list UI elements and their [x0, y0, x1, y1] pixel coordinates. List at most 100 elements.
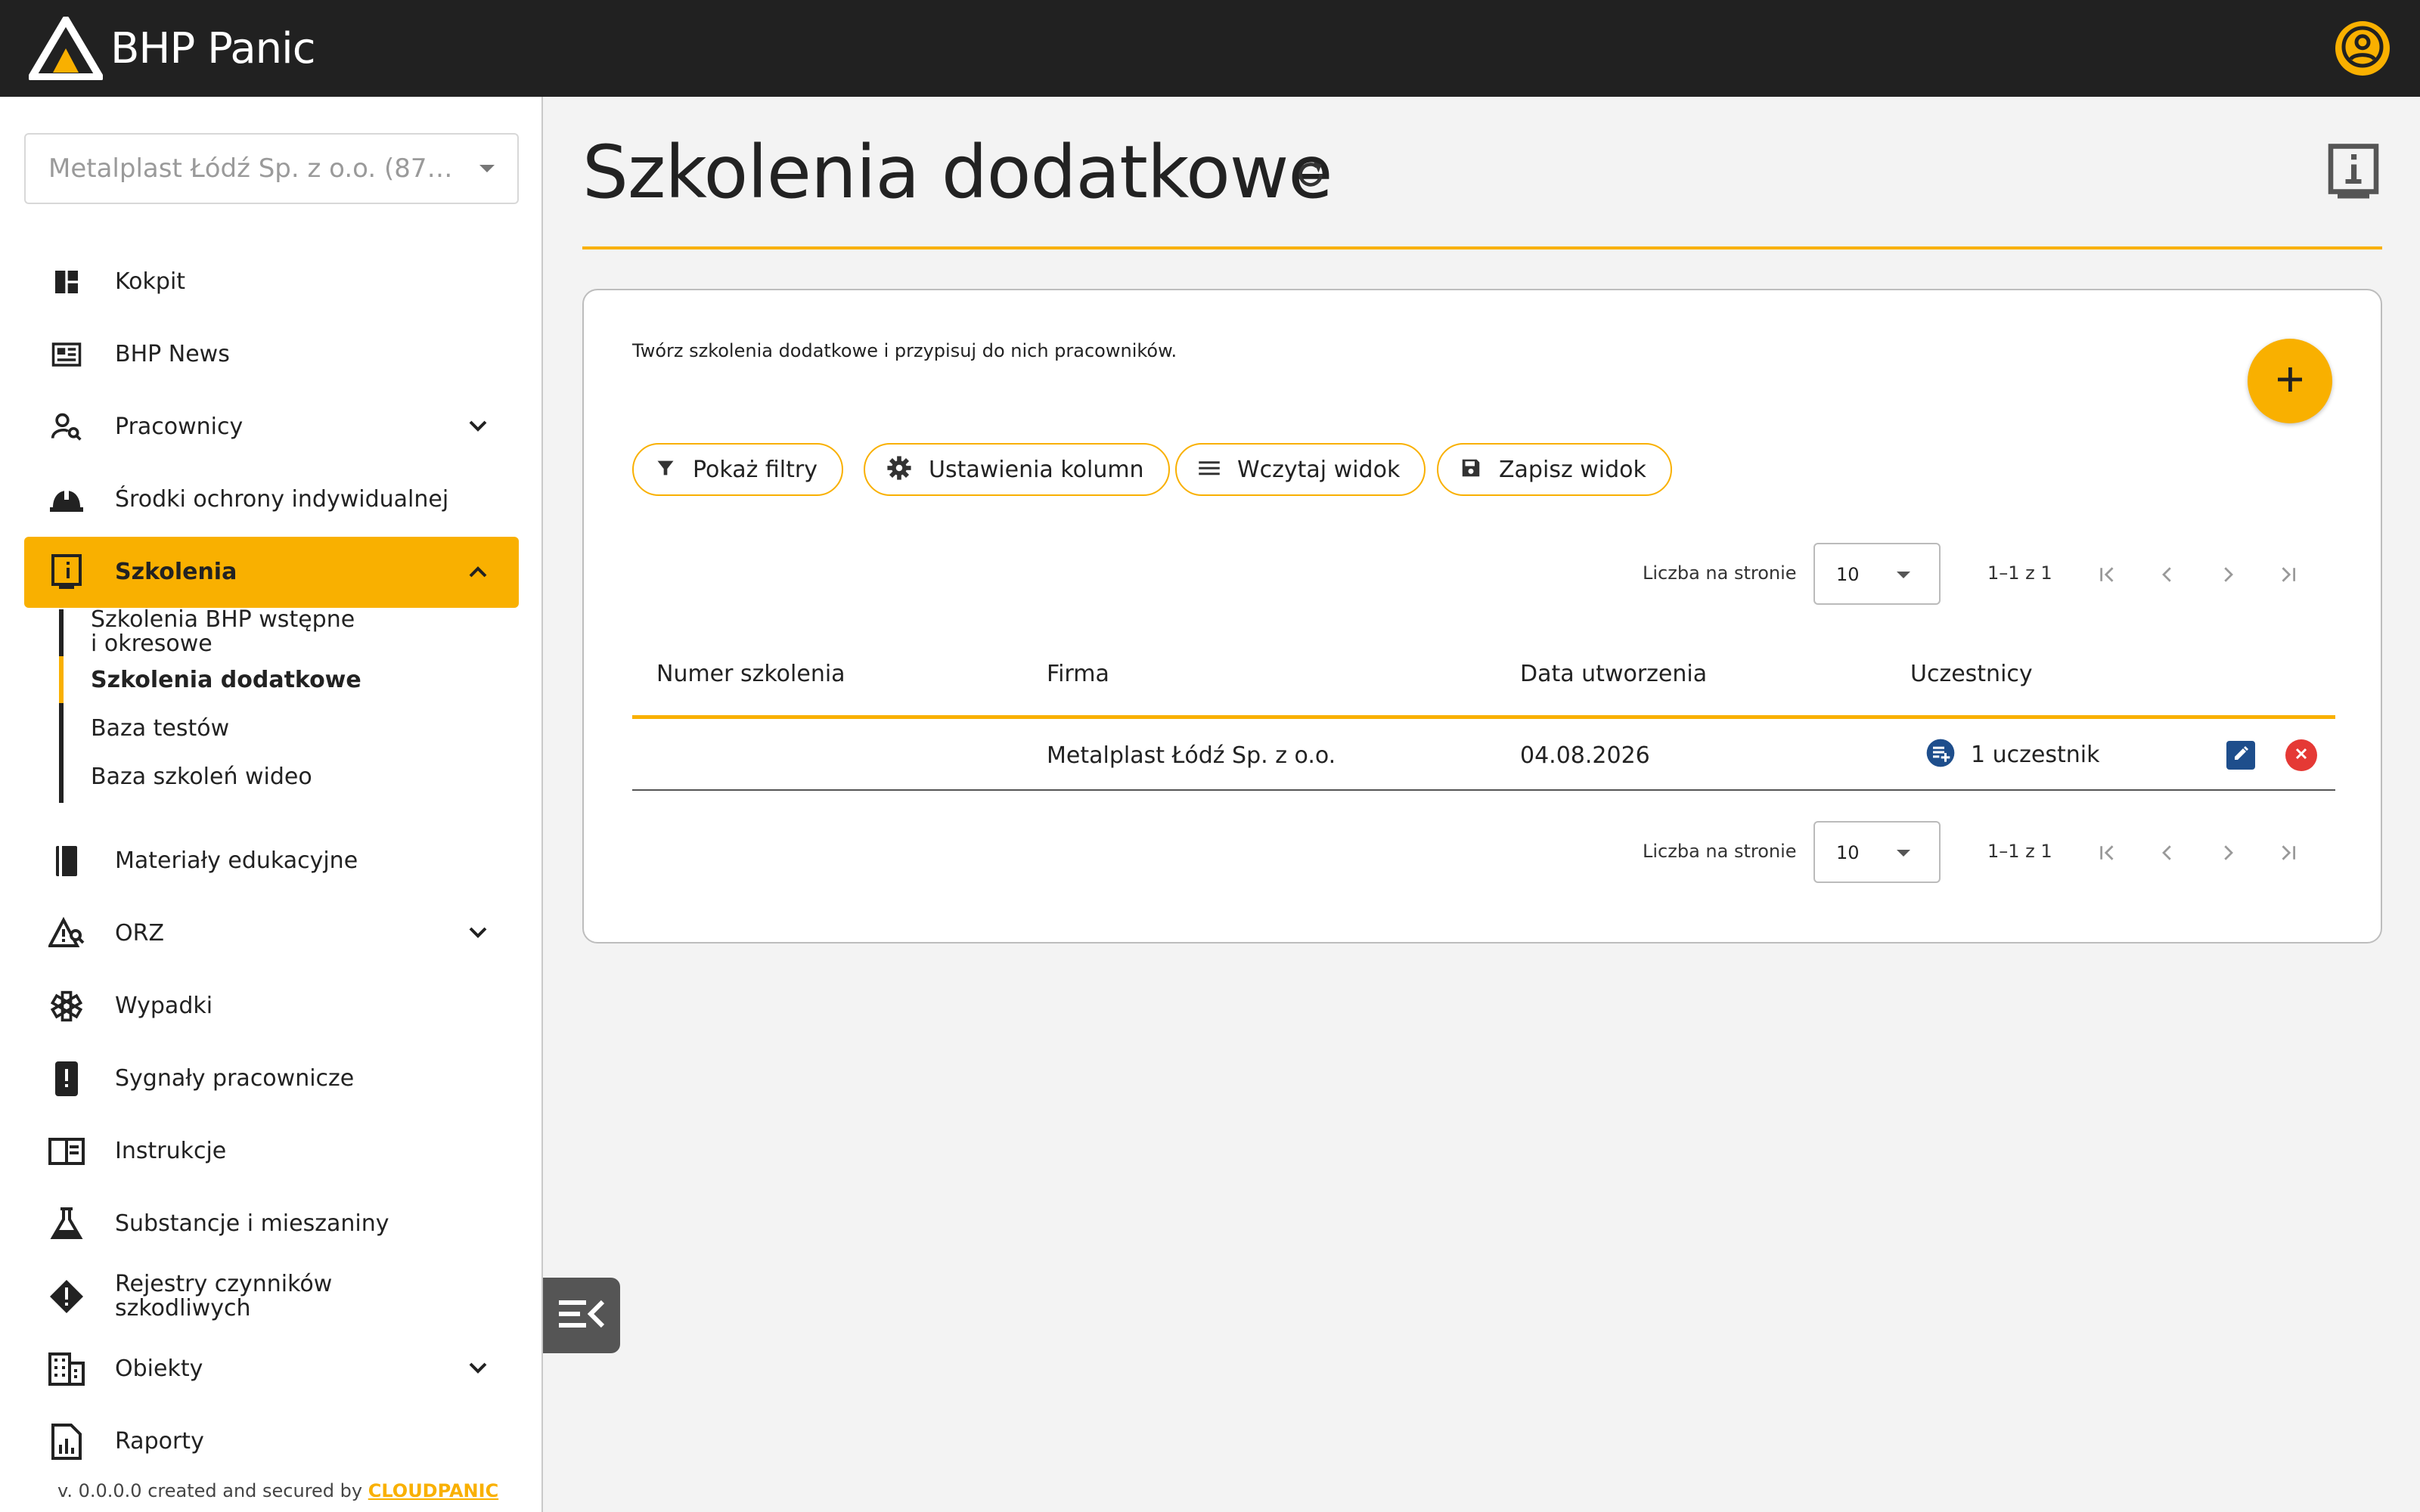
previous-page-icon[interactable]: [2151, 558, 2184, 591]
previous-page-icon[interactable]: [2151, 836, 2184, 869]
brand-logo[interactable]: BHP Panic: [29, 15, 316, 82]
column-header-data-utworzenia[interactable]: Data utworzenia: [1520, 661, 1707, 687]
open-book-icon: [48, 1133, 85, 1170]
account-button[interactable]: [2335, 21, 2390, 76]
last-page-icon[interactable]: [2272, 836, 2305, 869]
delete-button[interactable]: [2285, 739, 2317, 771]
sidebar-item-bhp-news[interactable]: BHP News: [24, 319, 519, 390]
company-select[interactable]: Metalplast Łódź Sp. z o.o. (8721...: [24, 133, 519, 204]
cell-participants[interactable]: 1 uczestnik: [1925, 738, 2099, 772]
sidebar-item-label: BHP News: [115, 341, 230, 367]
help-book-icon[interactable]: [2326, 144, 2381, 205]
sidebar-item-substancje[interactable]: Substancje i mieszaniny: [24, 1188, 519, 1259]
sidebar-item-srodki-ochrony[interactable]: Środki ochrony indywidualnej: [24, 464, 519, 535]
add-participant-icon: [1925, 738, 1956, 772]
load-view-label: Wczytaj widok: [1237, 456, 1401, 483]
sidebar-item-label: Pracownicy: [115, 414, 244, 440]
sidebar-item-orz[interactable]: ORZ: [24, 898, 519, 969]
column-header-firma[interactable]: Firma: [1047, 661, 1109, 687]
sidebar-item-kokpit[interactable]: Kokpit: [24, 246, 519, 318]
refresh-icon[interactable]: [1293, 157, 1328, 196]
column-header-numer[interactable]: Numer szkolenia: [656, 661, 845, 687]
next-page-icon[interactable]: [2211, 558, 2245, 591]
sidebar-subitem-baza-szkolen-wideo[interactable]: Baza szkoleń wideo: [91, 765, 312, 789]
per-page-label: Liczba na stronie: [1643, 841, 1797, 862]
edit-button[interactable]: [2226, 741, 2255, 770]
book-info-icon: [48, 554, 85, 590]
menu-collapse-icon: [557, 1296, 606, 1336]
sidebar-item-materialy-edukacyjne[interactable]: Materiały edukacyjne: [24, 826, 519, 897]
per-page-label: Liczba na stronie: [1643, 562, 1797, 584]
show-filters-label: Pokaż filtry: [693, 456, 818, 483]
sidebar-item-label: Raporty: [115, 1428, 204, 1455]
column-settings-label: Ustawienia kolumn: [929, 456, 1144, 483]
chevron-down-icon: [467, 1361, 489, 1380]
last-page-icon[interactable]: [2272, 558, 2305, 591]
sidebar-subitem-szkolenia-dodatkowe[interactable]: Szkolenia dodatkowe: [91, 668, 361, 692]
phone-alert-icon: [48, 1061, 85, 1097]
cloudpanic-link[interactable]: CLOUDPANIC: [368, 1480, 498, 1501]
caret-down-icon: [1897, 850, 1910, 857]
filter-icon: [655, 457, 676, 482]
chevron-up-icon: [467, 564, 489, 583]
page-range: 1–1 z 1: [1987, 562, 2052, 584]
subitem-label: Szkolenia BHP wstępne: [91, 606, 355, 633]
triangle-logo-icon: [29, 17, 103, 80]
chevron-down-icon: [467, 925, 489, 944]
footer-credit-prefix: v. 0.0.0.0 created and secured by: [57, 1480, 368, 1501]
sidebar-item-raporty[interactable]: Raporty: [24, 1406, 519, 1477]
participants-count: 1 uczestnik: [1971, 742, 2100, 768]
per-page-select[interactable]: 10: [1813, 543, 1941, 605]
risk-search-icon: [48, 916, 85, 952]
per-page-value: 10: [1836, 564, 1860, 585]
sidebar-item-pracownicy[interactable]: Pracownicy: [24, 392, 519, 463]
pagination-top: Liczba na stronie 10 1–1 z 1: [584, 543, 2384, 606]
warning-diamond-icon: [48, 1278, 85, 1315]
cell-company: Metalplast Łódź Sp. z o.o.: [1047, 742, 1336, 769]
first-page-icon[interactable]: [2090, 558, 2124, 591]
first-page-icon[interactable]: [2090, 836, 2124, 869]
sidebar-item-sygnaly-pracownicze[interactable]: Sygnały pracownicze: [24, 1043, 519, 1114]
pagination-bottom: Liczba na stronie 10 1–1 z 1: [584, 821, 2384, 885]
sidebar-item-label: Środki ochrony indywidualnej: [115, 486, 449, 513]
content-card: Twórz szkolenia dodatkowe i przypisuj do…: [582, 289, 2382, 943]
list-icon: [1198, 458, 1221, 482]
sidebar-item-label: Obiekty: [115, 1356, 203, 1382]
page-range: 1–1 z 1: [1987, 841, 2052, 862]
caret-down-icon: [479, 165, 495, 172]
sidebar-item-label: Substancje i mieszaniny: [115, 1210, 389, 1237]
sidebar-subitem-baza-testow[interactable]: Baza testów: [91, 717, 229, 741]
person-search-icon: [48, 409, 85, 445]
add-training-button[interactable]: [2248, 339, 2332, 423]
dashboard-icon: [48, 264, 85, 300]
gear-icon: [886, 455, 912, 485]
top-bar: BHP Panic: [0, 0, 2420, 97]
sidebar-item-obiekty[interactable]: Obiekty: [24, 1334, 519, 1405]
sidebar-subitem-szkolenia-bhp[interactable]: Szkolenia BHP wstępne i okresowe: [91, 608, 355, 656]
sidebar-item-label: Sygnały pracownicze: [115, 1065, 355, 1092]
submenu-active-marker: [59, 656, 64, 703]
sidebar-item-label: Kokpit: [115, 268, 186, 295]
per-page-select[interactable]: 10: [1813, 821, 1941, 883]
sidebar-item-rejestry-czynnikow[interactable]: Rejestry czynników szkodliwych: [24, 1261, 519, 1332]
sidebar-item-label: Materiały edukacyjne: [115, 847, 358, 874]
column-header-uczestnicy[interactable]: Uczestnicy: [1910, 661, 2033, 687]
chevron-down-icon: [467, 419, 489, 438]
sidebar-item-wypadki[interactable]: Wypadki: [24, 971, 519, 1042]
caret-down-icon: [1897, 572, 1910, 578]
footer-credit: v. 0.0.0.0 created and secured by CLOUDP…: [57, 1480, 498, 1501]
sidebar-item-label: Szkolenia: [115, 559, 237, 585]
load-view-button[interactable]: Wczytaj widok: [1175, 443, 1426, 496]
sidebar-item-szkolenia[interactable]: Szkolenia: [24, 537, 519, 608]
next-page-icon[interactable]: [2211, 836, 2245, 869]
cell-created: 04.08.2026: [1520, 742, 1650, 769]
pencil-icon: [2232, 745, 2250, 767]
sidebar-item-instrukcje[interactable]: Instrukcje: [24, 1116, 519, 1187]
sidebar-item-label: ORZ: [115, 920, 165, 947]
show-filters-button[interactable]: Pokaż filtry: [632, 443, 843, 496]
column-settings-button[interactable]: Ustawienia kolumn: [864, 443, 1170, 496]
plus-icon: [2275, 364, 2305, 398]
sidebar: Metalplast Łódź Sp. z o.o. (8721... Kokp…: [0, 97, 543, 1512]
save-view-button[interactable]: Zapisz widok: [1437, 443, 1672, 496]
sidebar-collapse-button[interactable]: [543, 1278, 620, 1353]
